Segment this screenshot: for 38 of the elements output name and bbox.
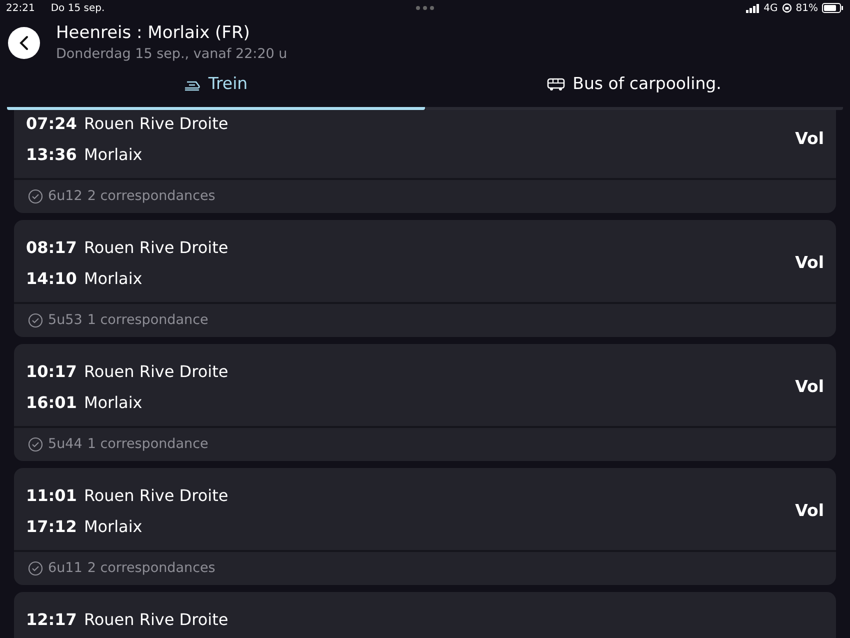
status-date: Do 15 sep. bbox=[50, 2, 105, 16]
clock-icon bbox=[28, 189, 43, 204]
network-label: 4G bbox=[764, 2, 778, 16]
status-label: Vol bbox=[795, 252, 824, 274]
page-subtitle: Donderdag 15 sep., vanaf 22:20 u bbox=[56, 44, 288, 64]
status-label: Vol bbox=[795, 500, 824, 522]
duration-text: 6u12 bbox=[48, 187, 82, 206]
bus-icon bbox=[546, 78, 565, 91]
departure-line: 07:24 Rouen Rive Droite bbox=[26, 113, 228, 135]
departure-line: 12:17 Rouen Rive Droite bbox=[26, 609, 228, 631]
connections-text: 2 correspondances bbox=[87, 559, 216, 578]
connections-text: 1 correspondance bbox=[87, 311, 208, 330]
battery-percent: 81% bbox=[796, 2, 818, 16]
back-button[interactable] bbox=[8, 27, 40, 59]
arrival-line: 17:12 Morlaix bbox=[26, 516, 144, 538]
connections-text: 1 correspondance bbox=[87, 435, 208, 454]
more-dots-icon bbox=[416, 6, 434, 10]
arrival-line: 16:01 Morlaix bbox=[26, 392, 144, 414]
departure-line: 11:01 Rouen Rive Droite bbox=[26, 485, 228, 507]
status-label: Vol bbox=[795, 128, 824, 150]
duration-text: 5u53 bbox=[48, 311, 82, 330]
train-icon bbox=[184, 78, 200, 90]
departure-line: 08:17 Rouen Rive Droite bbox=[26, 237, 228, 259]
clock-icon bbox=[28, 437, 43, 452]
battery-icon bbox=[822, 3, 844, 13]
departure-line: 10:17 Rouen Rive Droite bbox=[26, 361, 228, 383]
rotation-lock-icon bbox=[782, 3, 792, 13]
duration-text: 6u11 bbox=[48, 559, 82, 578]
duration-text: 5u44 bbox=[48, 435, 82, 454]
clock-icon bbox=[28, 313, 43, 328]
connections-text: 2 correspondances bbox=[87, 187, 216, 206]
arrival-line: 13:36 Morlaix bbox=[26, 144, 144, 166]
status-label: Vol bbox=[795, 376, 824, 398]
clock-icon bbox=[28, 561, 43, 576]
status-time: 22:21 bbox=[6, 2, 35, 16]
page-title: Heenreis : Morlaix (FR) bbox=[56, 22, 251, 44]
signal-icon bbox=[746, 4, 760, 12]
arrival-line: 14:10 Morlaix bbox=[26, 268, 144, 290]
